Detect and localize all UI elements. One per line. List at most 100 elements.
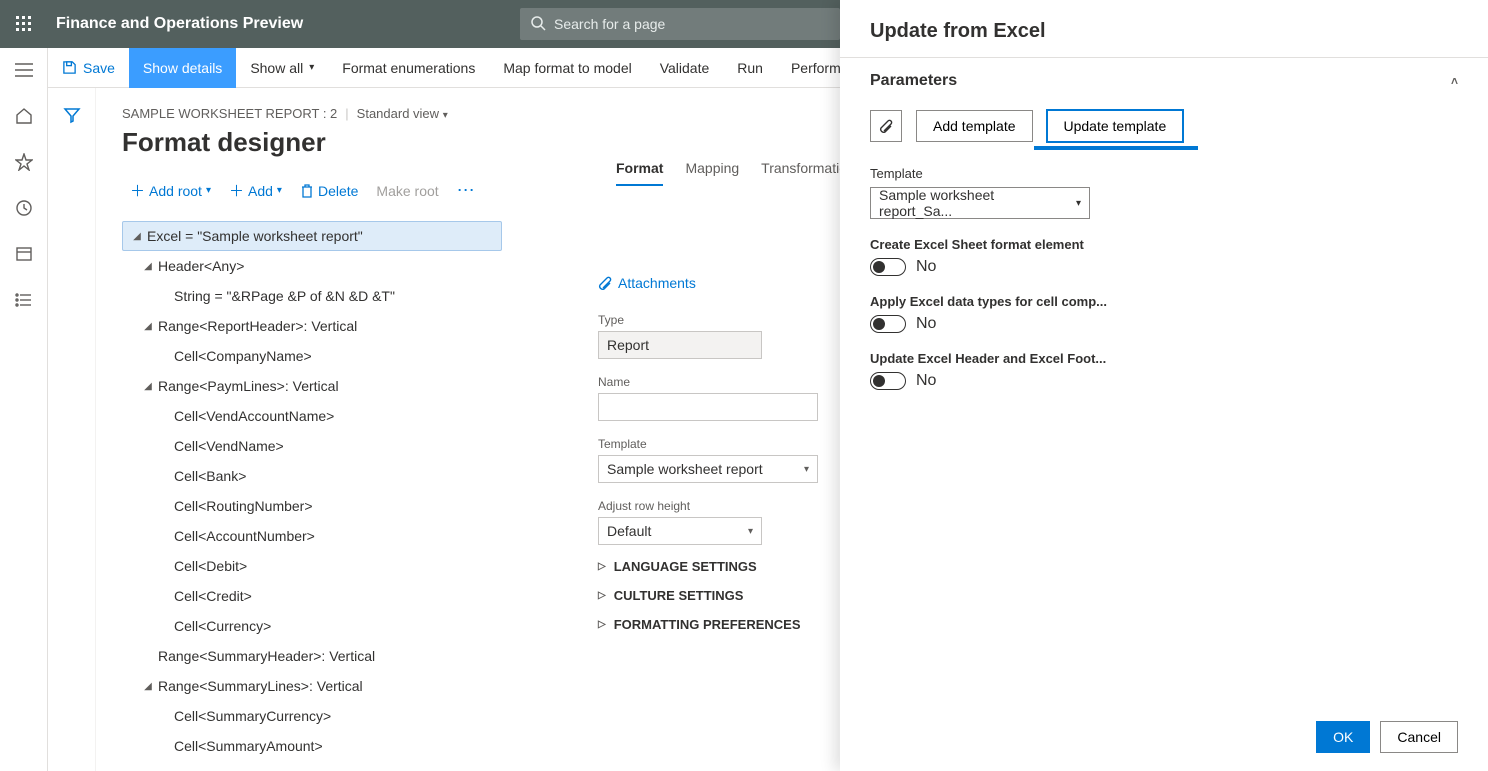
validate-button[interactable]: Validate bbox=[646, 48, 724, 88]
home-icon[interactable] bbox=[12, 104, 36, 128]
tree-node-label: Cell<VendName> bbox=[174, 438, 284, 454]
add-root-button[interactable]: ＋Add root▾ bbox=[122, 176, 219, 205]
cancel-button[interactable]: Cancel bbox=[1380, 721, 1458, 753]
toggle-data-types-value: No bbox=[916, 315, 936, 333]
row-height-select[interactable]: Default▾ bbox=[598, 517, 762, 545]
section-culture[interactable]: ▷ CULTURE SETTINGS bbox=[598, 588, 802, 603]
tree-node[interactable]: ◢Header<Any> bbox=[122, 251, 502, 281]
tree-node[interactable]: Range<SummaryHeader>: Vertical bbox=[122, 641, 502, 671]
search-icon bbox=[530, 15, 546, 36]
add-label: Add bbox=[248, 183, 273, 199]
run-button[interactable]: Run bbox=[723, 48, 777, 88]
waffle-icon[interactable] bbox=[0, 0, 48, 48]
plus-icon: ＋ bbox=[130, 180, 145, 201]
toggle-header-footer: Update Excel Header and Excel Foot... No bbox=[870, 351, 1458, 390]
toggle-data-types-switch[interactable] bbox=[870, 315, 906, 333]
collapse-icon[interactable]: ◢ bbox=[138, 681, 158, 692]
tree-node-label: Cell<CompanyName> bbox=[174, 348, 312, 364]
delete-button[interactable]: Delete bbox=[292, 179, 366, 203]
tree-node[interactable]: Cell<SummaryAmount> bbox=[122, 731, 502, 761]
breadcrumb-pipe: | bbox=[345, 106, 348, 121]
tree-node-label: Range<ReportHeader>: Vertical bbox=[158, 318, 357, 334]
chevron-down-icon: ▾ bbox=[277, 185, 282, 196]
selection-underline bbox=[1034, 146, 1198, 150]
toggle-data-types: Apply Excel data types for cell comp... … bbox=[870, 294, 1458, 333]
tree-node[interactable]: String = "&RPage &P of &N &D &T" bbox=[122, 281, 502, 311]
template-label: Template bbox=[598, 437, 802, 451]
attachment-icon-button[interactable] bbox=[870, 110, 902, 142]
chevron-down-icon: ▾ bbox=[748, 526, 753, 537]
tree-node[interactable]: Cell<CompanyName> bbox=[122, 341, 502, 371]
tree-node[interactable]: Cell<VendName> bbox=[122, 431, 502, 461]
attachments-label: Attachments bbox=[618, 275, 696, 291]
tree-node[interactable]: Cell<AccountNumber> bbox=[122, 521, 502, 551]
filter-icon[interactable] bbox=[63, 106, 81, 771]
chevron-down-icon: ▾ bbox=[1076, 198, 1081, 209]
flyout-template-select[interactable]: Sample worksheet report_Sa... ▾ bbox=[870, 187, 1090, 219]
more-icon[interactable]: ⋯ bbox=[449, 180, 484, 201]
tree-node[interactable]: ◢Range<PaymLines>: Vertical bbox=[122, 371, 502, 401]
clock-icon[interactable] bbox=[12, 196, 36, 220]
toggle-create-sheet-label: Create Excel Sheet format element bbox=[870, 237, 1458, 252]
update-from-excel-panel: Update from Excel Parameters ˄ Add templ… bbox=[840, 0, 1488, 771]
tab-mapping[interactable]: Mapping bbox=[685, 160, 739, 186]
update-template-button[interactable]: Update template bbox=[1047, 110, 1184, 142]
tree-node-label: Cell<AccountNumber> bbox=[174, 528, 315, 544]
collapse-icon[interactable]: ◢ bbox=[127, 231, 147, 242]
map-format-button[interactable]: Map format to model bbox=[489, 48, 645, 88]
save-button[interactable]: Save bbox=[48, 48, 129, 88]
tree-node-label: String = "&RPage &P of &N &D &T" bbox=[174, 288, 395, 304]
collapse-icon[interactable]: ◢ bbox=[138, 321, 158, 332]
tree-node[interactable]: ◢Range<ReportHeader>: Vertical bbox=[122, 311, 502, 341]
template-select[interactable]: Sample worksheet report▾ bbox=[598, 455, 818, 483]
section-culture-label: CULTURE SETTINGS bbox=[614, 588, 744, 603]
parameters-header[interactable]: Parameters ˄ bbox=[870, 72, 1458, 90]
tree-node[interactable]: ◢Range<SummaryLines>: Vertical bbox=[122, 671, 502, 701]
list-icon[interactable] bbox=[12, 288, 36, 312]
tree-node-label: Cell<VendAccountName> bbox=[174, 408, 334, 424]
chevron-down-icon: ▾ bbox=[443, 110, 448, 121]
star-icon[interactable] bbox=[12, 150, 36, 174]
tree-node[interactable]: Cell<VendAccountName> bbox=[122, 401, 502, 431]
attachments-link[interactable]: Attachments bbox=[598, 275, 802, 291]
tree-node[interactable]: Cell<Bank> bbox=[122, 461, 502, 491]
section-formatting[interactable]: ▷FORMATTING PREFERENCES bbox=[598, 617, 802, 632]
toggle-knob bbox=[873, 318, 885, 330]
show-details-button[interactable]: Show details bbox=[129, 48, 236, 88]
triangle-icon: ▷ bbox=[598, 561, 606, 572]
triangle-icon: ▷ bbox=[598, 590, 606, 601]
hamburger-icon[interactable] bbox=[12, 58, 36, 82]
ok-button[interactable]: OK bbox=[1316, 721, 1370, 753]
view-selector[interactable]: Standard view ▾ bbox=[357, 106, 448, 121]
show-all-label: Show all bbox=[250, 60, 303, 76]
left-rail bbox=[0, 48, 48, 771]
section-language-label: LANGUAGE SETTINGS bbox=[614, 559, 757, 574]
toggle-header-footer-label: Update Excel Header and Excel Foot... bbox=[870, 351, 1458, 366]
collapse-icon[interactable]: ◢ bbox=[138, 261, 158, 272]
flyout-template-value: Sample worksheet report_Sa... bbox=[879, 187, 1063, 219]
chevron-down-icon: ▾ bbox=[206, 185, 211, 196]
toggle-header-footer-value: No bbox=[916, 372, 936, 390]
toggle-header-footer-switch[interactable] bbox=[870, 372, 906, 390]
tree-node[interactable]: Cell<Currency> bbox=[122, 611, 502, 641]
flyout-template-field: Template Sample worksheet report_Sa... ▾ bbox=[870, 166, 1458, 219]
tree-node[interactable]: Cell<RoutingNumber> bbox=[122, 491, 502, 521]
tree-node[interactable]: Cell<SummaryCurrency> bbox=[122, 701, 502, 731]
module-icon[interactable] bbox=[12, 242, 36, 266]
search-input[interactable] bbox=[520, 8, 840, 40]
section-language[interactable]: ▷ LANGUAGE SETTINGS bbox=[598, 559, 802, 574]
collapse-icon[interactable]: ◢ bbox=[138, 381, 158, 392]
tab-format[interactable]: Format bbox=[616, 160, 663, 186]
add-template-button[interactable]: Add template bbox=[916, 110, 1033, 142]
add-button[interactable]: ＋Add▾ bbox=[221, 176, 290, 205]
tree-node[interactable]: Cell<Debit> bbox=[122, 551, 502, 581]
tree-node[interactable]: Cell<Credit> bbox=[122, 581, 502, 611]
parameters-label: Parameters bbox=[870, 72, 957, 90]
format-enumerations-button[interactable]: Format enumerations bbox=[328, 48, 489, 88]
tree-node[interactable]: ◢Excel = "Sample worksheet report" bbox=[122, 221, 502, 251]
show-all-button[interactable]: Show all▾ bbox=[236, 48, 328, 88]
name-field[interactable] bbox=[598, 393, 818, 421]
toggle-create-sheet-switch[interactable] bbox=[870, 258, 906, 276]
triangle-icon: ▷ bbox=[598, 619, 606, 630]
template-value: Sample worksheet report bbox=[607, 461, 763, 477]
